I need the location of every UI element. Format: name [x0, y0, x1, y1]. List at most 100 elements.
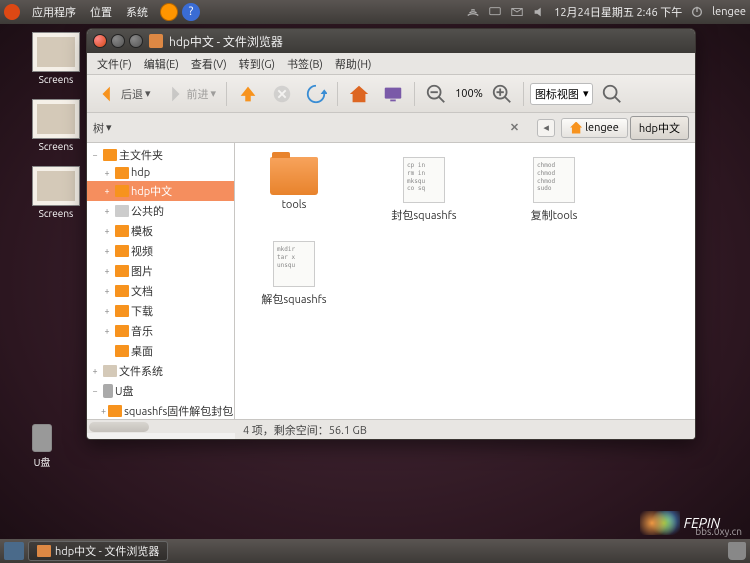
- file-item-封包squashfs[interactable]: cp in rm in mksqu co sq封包squashfs: [379, 157, 469, 223]
- tree-label: hdp: [131, 167, 150, 179]
- chevron-down-icon: ▾: [145, 87, 151, 100]
- tree-row-squashfs固件解包封包[interactable]: +squashfs固件解包封包: [87, 401, 234, 419]
- expand-icon[interactable]: +: [101, 246, 113, 256]
- tree-label: 图片: [131, 263, 153, 279]
- folder-icon: [270, 157, 318, 195]
- chat-icon[interactable]: [488, 5, 502, 19]
- folder-icon: [149, 34, 163, 48]
- menu-view[interactable]: 查看(V): [185, 56, 233, 72]
- stop-button[interactable]: [267, 81, 297, 107]
- sidebar-tree[interactable]: −主文件夹+hdp+hdp中文+公共的+模板+视频+图片+文档+下载+音乐桌面+…: [87, 143, 235, 419]
- sidebar-close-button[interactable]: ✕: [510, 121, 519, 134]
- tree-label: 桌面: [131, 343, 153, 359]
- zoom-in-button[interactable]: [487, 81, 517, 107]
- disabled-icon: [115, 205, 129, 217]
- tree-row-主文件夹[interactable]: −主文件夹: [87, 145, 234, 165]
- tree-label: 视频: [131, 243, 153, 259]
- expand-icon[interactable]: +: [101, 306, 113, 316]
- trash-icon[interactable]: [728, 542, 746, 560]
- menu-file[interactable]: 文件(F): [91, 56, 138, 72]
- tree-row-文档[interactable]: + 文档: [87, 281, 234, 301]
- help-icon[interactable]: ?: [182, 3, 200, 21]
- expand-icon[interactable]: +: [89, 366, 101, 376]
- tree-row-文件系统[interactable]: +文件系统: [87, 361, 234, 381]
- window-minimize-button[interactable]: [111, 34, 125, 48]
- tree-row-图片[interactable]: + 图片: [87, 261, 234, 281]
- fs-icon: [103, 365, 117, 377]
- file-view[interactable]: tools cp in rm in mksqu co sq封包squashfs ch…: [235, 143, 695, 419]
- window-maximize-button[interactable]: [129, 34, 143, 48]
- file-item-解包squashfs[interactable]: mkdir tar x unsqu解包squashfs: [249, 241, 339, 307]
- mail-icon[interactable]: [510, 5, 524, 19]
- desktop-screenshot-2[interactable]: Screens: [24, 99, 88, 152]
- desktop-screenshot-3[interactable]: Screens: [24, 166, 88, 219]
- expand-icon[interactable]: +: [101, 266, 113, 276]
- up-button[interactable]: [233, 81, 263, 107]
- desktop-screenshot-1[interactable]: Screens: [24, 32, 88, 85]
- menu-go[interactable]: 转到(G): [233, 56, 281, 72]
- tree-row-模板[interactable]: +模板: [87, 221, 234, 241]
- zoom-out-button[interactable]: [421, 81, 451, 107]
- script-icon: chmod chmod chmod sudo: [533, 157, 575, 203]
- menu-help[interactable]: 帮助(H): [329, 56, 378, 72]
- menu-bookmarks[interactable]: 书签(B): [281, 56, 329, 72]
- tree-row-hdp中文[interactable]: +hdp中文: [87, 181, 234, 201]
- desktop-usb-drive[interactable]: U盘: [10, 424, 74, 469]
- menu-edit[interactable]: 编辑(E): [138, 56, 185, 72]
- expand-icon[interactable]: +: [101, 326, 113, 336]
- bottom-panel: hdp中文 - 文件浏览器: [0, 539, 750, 563]
- window-close-button[interactable]: [93, 34, 107, 48]
- sidebar-scrollbar[interactable]: [87, 419, 235, 433]
- power-icon[interactable]: [690, 5, 704, 19]
- tree-row-下载[interactable]: + 下载: [87, 301, 234, 321]
- ubuntu-logo-icon[interactable]: [4, 4, 20, 20]
- file-item-tools[interactable]: tools: [249, 157, 339, 223]
- breadcrumb-current[interactable]: hdp中文: [630, 116, 689, 140]
- expand-icon[interactable]: +: [101, 226, 113, 236]
- back-button[interactable]: 后退 ▾: [93, 81, 155, 107]
- folder-icon: [115, 245, 129, 257]
- file-name: tools: [249, 199, 339, 211]
- tree-label: 下载: [131, 303, 153, 319]
- show-desktop-button[interactable]: [4, 542, 24, 560]
- expand-icon[interactable]: +: [101, 286, 113, 296]
- tree-row-视频[interactable]: + 视频: [87, 241, 234, 261]
- tree-row-公共的[interactable]: +公共的: [87, 201, 234, 221]
- taskbar-item-file-browser[interactable]: hdp中文 - 文件浏览器: [28, 541, 168, 561]
- view-mode-selector[interactable]: 图标视图 ▾: [530, 83, 594, 105]
- reload-button[interactable]: [301, 81, 331, 107]
- home-button[interactable]: [344, 81, 374, 107]
- tree-row-hdp[interactable]: + hdp: [87, 165, 234, 181]
- folder-icon: [115, 265, 129, 277]
- menu-applications[interactable]: 应用程序: [26, 4, 82, 20]
- tree-label: 文档: [131, 283, 153, 299]
- menu-places[interactable]: 位置: [84, 4, 118, 20]
- network-icon[interactable]: [466, 5, 480, 19]
- sound-icon[interactable]: [532, 5, 546, 19]
- sidebar-mode-label[interactable]: 树 ▾: [93, 120, 112, 136]
- home-icon: [103, 149, 117, 161]
- expand-icon[interactable]: +: [101, 406, 106, 416]
- expand-icon[interactable]: +: [101, 206, 113, 216]
- folder-icon: [115, 185, 129, 197]
- expand-icon[interactable]: −: [89, 386, 101, 396]
- user-menu[interactable]: lengee: [712, 6, 746, 18]
- statusbar: 4 项，剩余空间：56.1 GB: [235, 419, 695, 439]
- forward-button[interactable]: 前进 ▾: [159, 81, 221, 107]
- tree-row-桌面[interactable]: 桌面: [87, 341, 234, 361]
- expand-icon[interactable]: +: [101, 168, 113, 178]
- titlebar[interactable]: hdp中文 - 文件浏览器: [87, 29, 695, 53]
- tree-row-U盘[interactable]: −U盘: [87, 381, 234, 401]
- pathbar: 树 ▾ ✕ ◂ lengee hdp中文: [87, 113, 695, 143]
- breadcrumb-home[interactable]: lengee: [561, 118, 628, 138]
- file-item-复制tools[interactable]: chmod chmod chmod sudo复制tools: [509, 157, 599, 223]
- path-back-icon[interactable]: ◂: [537, 119, 555, 137]
- firefox-icon[interactable]: [160, 3, 178, 21]
- expand-icon[interactable]: −: [89, 150, 101, 160]
- menu-system[interactable]: 系统: [120, 4, 154, 20]
- tree-row-音乐[interactable]: +音乐: [87, 321, 234, 341]
- clock[interactable]: 12月24日星期五 2:46 下午: [554, 4, 682, 20]
- expand-icon[interactable]: +: [101, 186, 113, 196]
- search-button[interactable]: [597, 81, 627, 107]
- computer-button[interactable]: [378, 81, 408, 107]
